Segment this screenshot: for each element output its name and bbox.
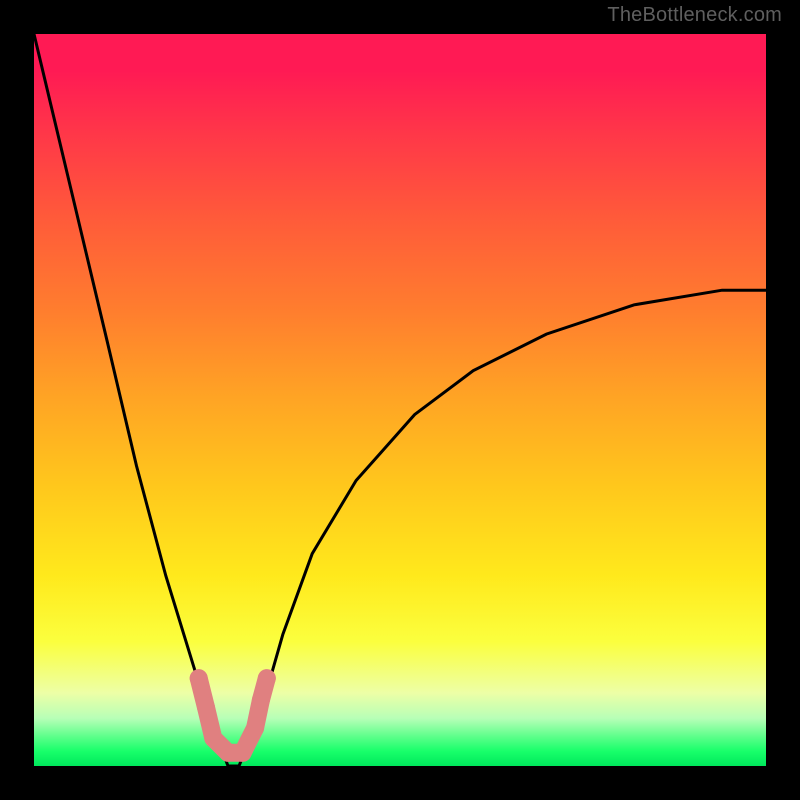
threshold-marker-dot [204,729,222,747]
bottleneck-curve [34,34,766,766]
threshold-marker-dot [234,744,252,762]
threshold-marker-dot [258,669,276,687]
plot-area [34,34,766,766]
threshold-marker-dot [246,719,264,737]
threshold-markers [190,669,276,762]
watermark: TheBottleneck.com [607,4,782,27]
threshold-marker-dot [252,691,270,709]
threshold-marker-dot [197,698,215,716]
threshold-marker-dot [190,669,208,687]
chart-stage: TheBottleneck.com [0,0,800,800]
curve-layer [34,34,766,766]
